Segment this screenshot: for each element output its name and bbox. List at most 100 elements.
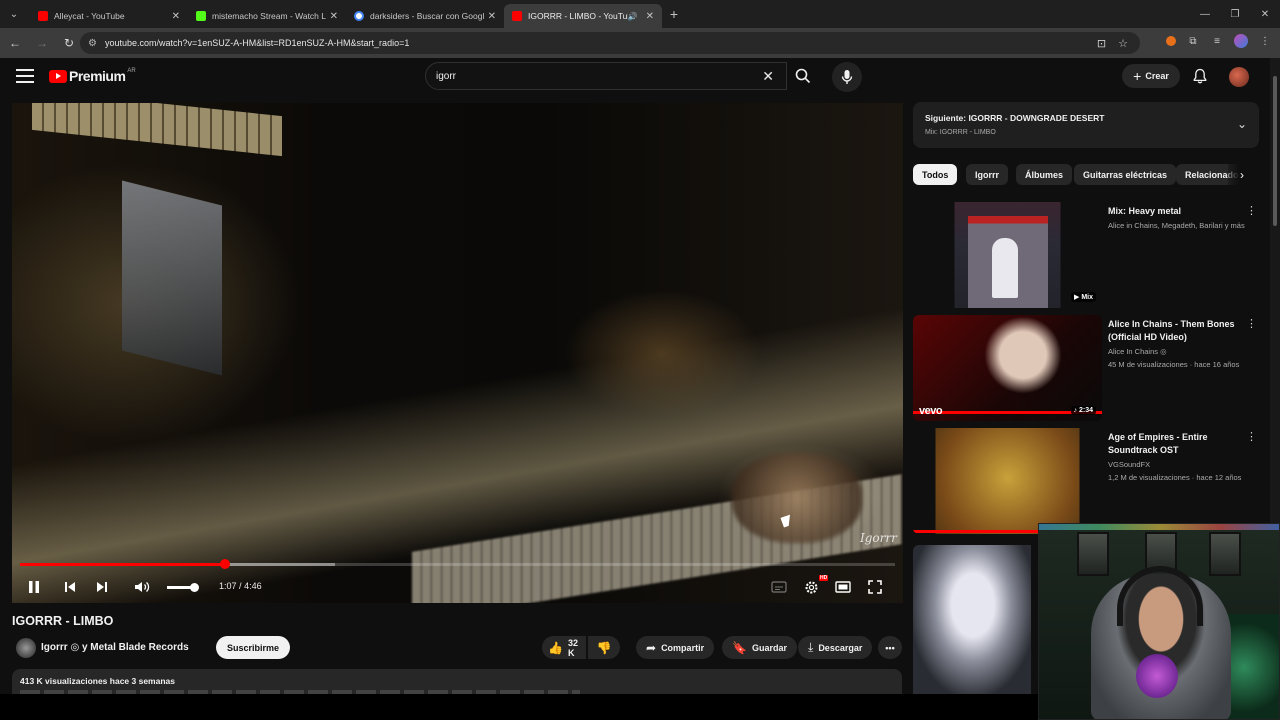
hamburger-menu-icon[interactable] <box>16 69 34 83</box>
theater-mode-icon[interactable] <box>833 577 853 597</box>
reading-list-icon[interactable]: ≡ <box>1210 34 1224 48</box>
webcam-overlay <box>1038 523 1280 720</box>
settings-gear-icon[interactable] <box>801 577 821 597</box>
volume-slider[interactable] <box>167 583 199 592</box>
browser-tab[interactable]: mistemacho Stream - Watch Liv ✕ <box>188 4 346 28</box>
led-lights <box>1039 524 1279 530</box>
recommendation-channel[interactable]: VGSoundFX <box>1108 458 1258 471</box>
video-player[interactable]: Igorrr 1:07 / 4:46 HD <box>12 103 903 603</box>
recommendation-item[interactable]: ▶ Mix Mix: Heavy metal Alice in Chains, … <box>913 202 1259 310</box>
bookmark-icon: 🔖 <box>732 640 747 655</box>
chip-todos[interactable]: Todos <box>913 164 958 185</box>
recommendation-title[interactable]: Alice In Chains - Them Bones (Official H… <box>1108 318 1238 344</box>
kick-favicon-icon <box>196 11 206 21</box>
youtube-premium-logo[interactable]: Premium AR <box>49 68 136 84</box>
channel-watermark[interactable]: Igorrr <box>860 531 897 545</box>
notifications-bell-icon[interactable] <box>1192 68 1208 84</box>
more-actions-button[interactable]: ••• <box>878 636 902 659</box>
new-tab-button[interactable]: + <box>662 6 686 22</box>
reload-icon[interactable]: ↻ <box>57 31 81 55</box>
create-button[interactable]: + Crear <box>1122 64 1180 88</box>
volume-handle[interactable] <box>190 583 199 592</box>
video-thumbnail[interactable]: ▶ Mix <box>913 202 1102 308</box>
chevron-down-icon[interactable]: ⌄ <box>1237 117 1247 131</box>
search-icon <box>795 68 811 84</box>
minimize-icon[interactable]: — <box>1190 0 1220 28</box>
subscribe-button[interactable]: Suscribirme <box>216 636 290 659</box>
maximize-icon[interactable]: ❐ <box>1220 0 1250 28</box>
channel-avatar[interactable] <box>16 638 36 658</box>
logo-text: Premium <box>69 68 126 84</box>
video-thumbnail[interactable] <box>913 545 1031 694</box>
progress-bar[interactable] <box>20 559 895 569</box>
like-button[interactable]: 👍 32 K <box>542 636 586 659</box>
tab-title: mistemacho Stream - Watch Liv <box>212 11 326 21</box>
filter-chips: Todos Igorrr Álbumes Guitarras eléctrica… <box>913 164 1259 186</box>
captions-icon[interactable] <box>769 577 789 597</box>
video-owner-row: Igorrr ◎ y Metal Blade Records Suscribir… <box>12 636 902 660</box>
recommendation-item[interactable]: vevo ♪ 2:34 Alice In Chains - Them Bones… <box>913 315 1259 423</box>
forward-arrow-icon[interactable]: → <box>30 31 54 55</box>
recommendation-channel[interactable]: Alice In Chains ◎ <box>1108 345 1258 358</box>
speaker-icon[interactable]: 🔊 <box>628 12 638 21</box>
account-avatar[interactable] <box>1229 67 1249 87</box>
tab-close-icon[interactable]: ✕ <box>646 11 654 22</box>
clear-search-icon[interactable]: ✕ <box>762 68 774 85</box>
close-window-icon[interactable]: ✕ <box>1250 0 1280 28</box>
back-arrow-icon[interactable]: ← <box>3 31 27 55</box>
tab-close-icon[interactable]: ✕ <box>488 11 496 22</box>
time-separator: / <box>239 581 242 591</box>
extension-icon[interactable] <box>1166 36 1176 46</box>
more-vertical-icon[interactable]: ⋮ <box>1246 204 1257 217</box>
search-input[interactable]: igorr ✕ <box>425 62 787 90</box>
tab-close-icon[interactable]: ✕ <box>330 11 338 22</box>
save-button[interactable]: 🔖 Guardar <box>722 636 797 659</box>
previous-icon[interactable] <box>60 577 80 597</box>
voice-search-button[interactable] <box>832 62 862 92</box>
video-thumbnail[interactable] <box>913 428 1102 534</box>
playlist-next-card[interactable]: Siguiente: IGORRR - DOWNGRADE DESERT Mix… <box>913 102 1259 148</box>
scrubber-handle[interactable] <box>219 559 230 569</box>
chevron-right-icon[interactable]: › <box>1228 164 1256 186</box>
tab-search-icon[interactable]: ⌄ <box>0 0 28 28</box>
install-icon[interactable]: ⊡ <box>1097 37 1106 50</box>
logo-country-code: AR <box>127 68 136 74</box>
tab-close-icon[interactable]: ✕ <box>172 11 180 22</box>
address-bar[interactable]: ⚙ youtube.com/watch?v=1enSUZ-A-HM&list=R… <box>80 32 1140 54</box>
site-info-icon[interactable]: ⚙ <box>88 38 97 49</box>
recommendation-title[interactable]: Age of Empires - Entire Soundtrack OST <box>1108 431 1238 457</box>
more-vertical-icon[interactable]: ⋮ <box>1246 430 1257 443</box>
views-and-date: 413 K visualizaciones hace 3 semanas <box>20 676 175 686</box>
recommendation-item[interactable]: Age of Empires - Entire Soundtrack OST V… <box>913 428 1259 536</box>
channel-name[interactable]: Igorrr ◎ y Metal Blade Records <box>41 642 189 653</box>
volume-icon[interactable] <box>132 577 152 597</box>
pause-icon[interactable] <box>24 577 44 597</box>
download-button[interactable]: ⤓ Descargar <box>798 636 873 659</box>
plus-icon: + <box>1133 68 1142 84</box>
video-thumbnail[interactable]: vevo ♪ 2:34 <box>913 315 1102 421</box>
played-bar <box>20 563 225 566</box>
chip-guitarras[interactable]: Guitarras eléctricas <box>1074 164 1177 185</box>
share-button[interactable]: ➦ Compartir <box>636 636 715 659</box>
search-button[interactable] <box>787 62 819 90</box>
bookmark-star-icon[interactable]: ☆ <box>1118 37 1128 50</box>
fullscreen-icon[interactable] <box>865 577 885 597</box>
google-favicon-icon <box>354 11 364 21</box>
next-icon[interactable] <box>92 577 112 597</box>
browser-tab[interactable]: darksiders - Buscar con Google ✕ <box>346 4 504 28</box>
window-controls: — ❐ ✕ <box>1190 0 1280 28</box>
video-title: IGORRR - LIMBO <box>12 614 114 628</box>
chip-igorrr[interactable]: Igorrr <box>966 164 1009 185</box>
browser-menu-icon[interactable]: ⋮ <box>1258 34 1272 48</box>
puzzle-extensions-icon[interactable]: ⧉ <box>1186 34 1200 48</box>
chip-albumes[interactable]: Álbumes <box>1016 164 1073 185</box>
recommendation-title[interactable]: Mix: Heavy metal <box>1108 205 1238 218</box>
browser-tab[interactable]: Alleycat - YouTube ✕ <box>30 4 188 28</box>
mix-badge: ▶ Mix <box>1071 292 1096 302</box>
browser-tab-active[interactable]: IGORRR - LIMBO - YouTube 🔊 ✕ <box>504 4 662 28</box>
profile-avatar-icon[interactable] <box>1234 34 1248 48</box>
scrollbar-thumb[interactable] <box>1273 76 1277 226</box>
dislike-button[interactable]: 👎 <box>588 636 620 659</box>
more-vertical-icon[interactable]: ⋮ <box>1246 317 1257 330</box>
taskbar-strip <box>0 694 1038 720</box>
